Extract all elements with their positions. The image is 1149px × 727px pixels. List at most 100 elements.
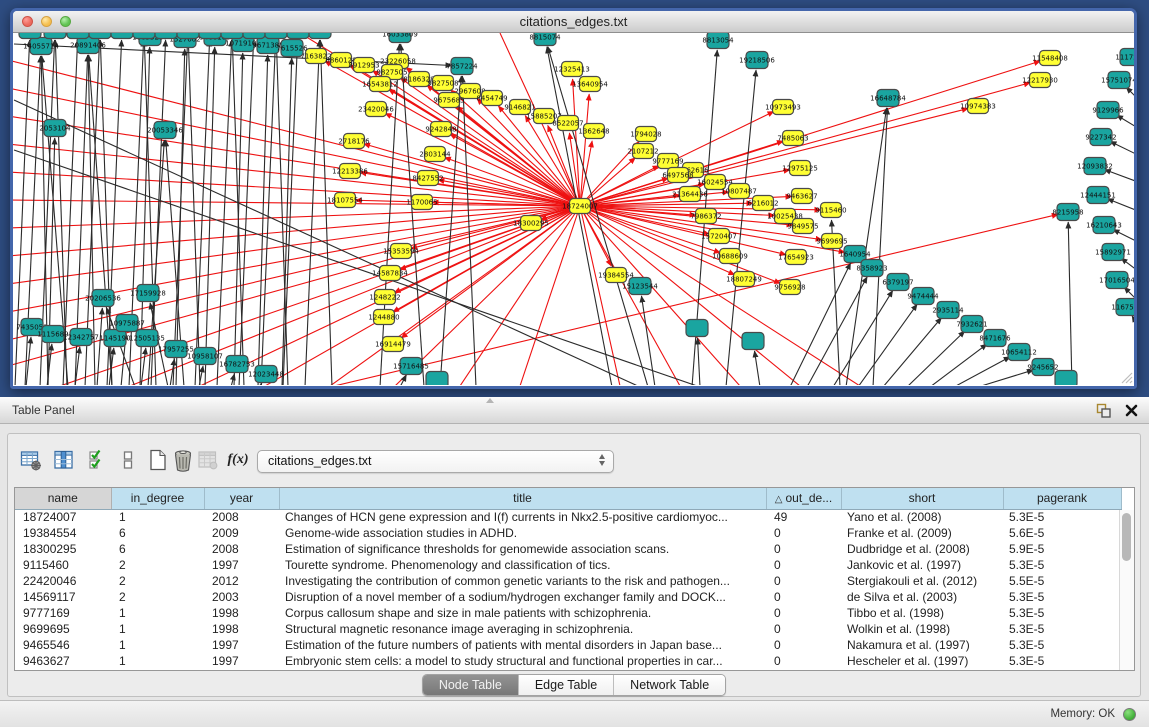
table-cell[interactable]: 2009 (204, 525, 279, 541)
graph-edge[interactable] (13, 206, 580, 256)
close-panel-icon[interactable] (1124, 403, 1139, 418)
delete-column-icon[interactable] (171, 448, 195, 472)
column-header-title[interactable]: title (279, 488, 766, 509)
network-canvas[interactable]: 1872400771638228860128891295323226058982… (13, 33, 1134, 385)
table-row[interactable]: 969969511998Structural magnetic resonanc… (15, 621, 1121, 637)
graph-node[interactable] (89, 33, 111, 39)
table-row[interactable]: 946362711997Embryonic stem cells: a mode… (15, 653, 1121, 669)
table-cell[interactable]: Jankovic et al. (1997) (841, 557, 1003, 573)
graph-edge[interactable] (580, 94, 589, 206)
table-cell[interactable]: 9699695 (15, 621, 111, 637)
graph-edge[interactable] (930, 344, 987, 385)
graph-edge[interactable] (14, 150, 700, 385)
column-header-name[interactable]: name (15, 488, 111, 509)
table-row[interactable]: 1938455462009Genome-wide association stu… (15, 525, 1121, 541)
table-cell[interactable]: 1 (111, 509, 204, 525)
graph-node[interactable] (265, 33, 287, 39)
table-cell[interactable]: 9115460 (15, 557, 111, 573)
table-cell[interactable]: 6 (111, 525, 204, 541)
graph-edge[interactable] (276, 40, 288, 385)
graph-edge[interactable] (580, 141, 592, 206)
graph-edge[interactable] (580, 206, 800, 385)
graph-edge[interactable] (1117, 115, 1134, 128)
graph-node[interactable] (177, 33, 199, 39)
graph-edge[interactable] (1068, 222, 1072, 385)
window-resize-grip[interactable] (1119, 370, 1133, 384)
graph-edge[interactable] (978, 370, 1033, 385)
table-cell[interactable]: 0 (766, 621, 841, 637)
column-header-short[interactable]: short (841, 488, 1003, 509)
table-cell[interactable]: 2008 (204, 541, 279, 557)
table-cell[interactable]: 0 (766, 541, 841, 557)
maximize-window-button[interactable] (60, 16, 71, 27)
table-cell[interactable]: 9465546 (15, 637, 111, 653)
table-cell[interactable]: Investigating the contribution of common… (279, 573, 766, 589)
graph-edge[interactable] (883, 318, 942, 385)
table-scrollbar[interactable] (1119, 510, 1134, 671)
table-cell[interactable]: 5.3E-5 (1003, 589, 1121, 605)
table-cell[interactable]: Structural magnetic resonance image aver… (279, 621, 766, 637)
graph-edge[interactable] (320, 40, 332, 385)
graph-edge[interactable] (1113, 229, 1134, 242)
graph-node[interactable] (199, 33, 221, 39)
graph-edge[interactable] (460, 206, 580, 385)
table-cell[interactable]: 5.3E-5 (1003, 653, 1121, 669)
table-cell[interactable]: Franke et al. (2009) (841, 525, 1003, 541)
graph-edge[interactable] (97, 308, 102, 385)
import-table-icon[interactable] (196, 448, 220, 472)
graph-edge[interactable] (1104, 169, 1134, 182)
table-cell[interactable]: 1997 (204, 637, 279, 653)
graph-node[interactable] (686, 320, 708, 337)
table-cell[interactable]: 2 (111, 589, 204, 605)
graph-edge[interactable] (954, 357, 1010, 385)
table-cell[interactable]: 1998 (204, 605, 279, 621)
show-column-icon[interactable] (52, 448, 76, 472)
table-cell[interactable]: 1 (111, 621, 204, 637)
table-cell[interactable]: 2008 (204, 509, 279, 525)
graph-edge[interactable] (450, 134, 580, 206)
table-cell[interactable]: Dudbridge et al. (2008) (841, 541, 1003, 557)
table-cell[interactable]: 49 (766, 509, 841, 525)
graph-node[interactable] (155, 33, 177, 39)
table-selector-dropdown[interactable]: citations_edges.txt (257, 450, 614, 473)
table-cell[interactable]: 5.3E-5 (1003, 557, 1121, 573)
graph-edge[interactable] (580, 206, 620, 385)
table-cell[interactable]: 2012 (204, 573, 279, 589)
graph-edge[interactable] (217, 40, 232, 385)
minimize-window-button[interactable] (41, 16, 52, 27)
table-cell[interactable]: 19384554 (15, 525, 111, 541)
table-cell[interactable]: Tibbo et al. (1998) (841, 605, 1003, 621)
float-panel-icon[interactable] (1095, 402, 1112, 419)
table-scrollbar-thumb[interactable] (1122, 513, 1131, 561)
graph-edge[interactable] (1110, 141, 1134, 155)
column-header-pagerank[interactable]: pagerank (1003, 488, 1121, 509)
graph-node[interactable] (221, 33, 243, 39)
table-cell[interactable]: Corpus callosum shape and size in male p… (279, 605, 766, 621)
table-cell[interactable]: 9463627 (15, 653, 111, 669)
graph-node[interactable] (19, 33, 41, 39)
graph-node[interactable] (44, 33, 66, 39)
table-cell[interactable]: 9777169 (15, 605, 111, 621)
table-cell[interactable]: Yano et al. (2008) (841, 509, 1003, 525)
table-cell[interactable]: Estimation of significance thresholds fo… (279, 541, 766, 557)
table-row[interactable]: 1456911722003Disruption of a novel membe… (15, 589, 1121, 605)
table-cell[interactable]: 0 (766, 605, 841, 621)
create-column-icon[interactable] (146, 448, 170, 472)
table-cell[interactable]: 5.3E-5 (1003, 621, 1121, 637)
tab-node-table[interactable]: Node Table (423, 675, 519, 695)
tab-network-table[interactable]: Network Table (614, 675, 725, 695)
graph-edge[interactable] (907, 331, 965, 385)
table-cell[interactable]: 1997 (204, 557, 279, 573)
graph-node[interactable] (742, 333, 764, 350)
column-header-out_de[interactable]: △out_de... (766, 488, 841, 509)
column-header-year[interactable]: year (204, 488, 279, 509)
table-cell[interactable]: 1 (111, 605, 204, 621)
split-pane-grabber[interactable] (486, 398, 494, 403)
graph-node[interactable] (287, 33, 309, 39)
graph-edge[interactable] (330, 206, 580, 385)
table-cell[interactable]: 5.3E-5 (1003, 605, 1121, 621)
graph-edge[interactable] (1107, 199, 1134, 211)
table-cell[interactable]: Changes of HCN gene expression and I(f) … (279, 509, 766, 525)
table-row[interactable]: 2242004622012Investigating the contribut… (15, 573, 1121, 589)
table-cell[interactable]: de Silva et al. (2003) (841, 589, 1003, 605)
